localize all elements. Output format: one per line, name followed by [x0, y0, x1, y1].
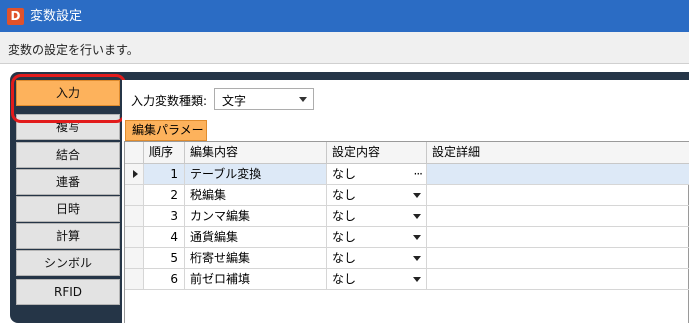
window-title: 変数設定 [30, 9, 83, 24]
nav-item-rfid[interactable]: RFID [16, 279, 120, 305]
table-row[interactable]: 2 税編集 なし [125, 185, 689, 206]
cell-order: 4 [144, 227, 185, 248]
content-panel: 入力変数種類: 文字 編集パラメータ 順序 編集内容 設定内容 設定詳細 1 テ… [122, 80, 689, 323]
col-header-setting[interactable]: 設定内容 [327, 142, 427, 164]
cell-order: 2 [144, 185, 185, 206]
cell-detail[interactable] [427, 164, 689, 185]
cell-detail[interactable] [427, 227, 689, 248]
cell-setting[interactable]: なし [327, 227, 427, 248]
chevron-down-icon [299, 97, 307, 102]
dropdown-arrow-icon[interactable] [413, 193, 421, 198]
cell-setting[interactable]: なし ··· [327, 164, 427, 185]
cell-setting[interactable]: なし [327, 206, 427, 227]
ellipsis-icon[interactable]: ··· [414, 164, 424, 184]
input-type-label: 入力変数種類: [131, 94, 208, 108]
cell-setting[interactable]: なし [327, 185, 427, 206]
table-row[interactable]: 6 前ゼロ補填 なし [125, 269, 689, 290]
table-row[interactable]: 1 テーブル変換 なし ··· [125, 164, 689, 185]
message-text: 変数の設定を行います。 [8, 43, 139, 57]
cell-detail[interactable] [427, 269, 689, 290]
setting-value: なし [332, 167, 357, 181]
app-icon: D [7, 8, 24, 25]
dropdown-arrow-icon[interactable] [413, 214, 421, 219]
setting-value: なし [332, 209, 357, 223]
message-bar: 変数の設定を行います。 [0, 32, 689, 64]
table-row[interactable]: 4 通貨編集 なし [125, 227, 689, 248]
nav-item-serial[interactable]: 連番 [16, 169, 120, 195]
nav-item-symbol[interactable]: シンボル [16, 250, 120, 276]
cell-setting[interactable]: なし [327, 269, 427, 290]
row-header[interactable] [125, 227, 144, 248]
nav-item-calc[interactable]: 計算 [16, 223, 120, 249]
setting-value: なし [332, 272, 357, 286]
cell-edit: 前ゼロ補填 [185, 269, 327, 290]
input-type-value: 文字 [222, 94, 247, 108]
table-row[interactable]: 3 カンマ編集 なし [125, 206, 689, 227]
cell-edit: 税編集 [185, 185, 327, 206]
row-header[interactable] [125, 185, 144, 206]
cell-edit: 通貨編集 [185, 227, 327, 248]
nav-item-join[interactable]: 結合 [16, 142, 120, 168]
highlight-annotation [11, 74, 126, 123]
dropdown-arrow-icon[interactable] [413, 277, 421, 282]
title-bar: D 変数設定 [0, 0, 689, 32]
tab-edit-params[interactable]: 編集パラメータ [125, 120, 207, 156]
table-row[interactable]: 5 桁寄せ編集 なし [125, 248, 689, 269]
dropdown-arrow-icon[interactable] [413, 256, 421, 261]
cell-order: 3 [144, 206, 185, 227]
cell-order: 1 [144, 164, 185, 185]
row-header[interactable] [125, 269, 144, 290]
setting-value: なし [332, 188, 357, 202]
row-header[interactable] [125, 164, 144, 185]
cell-detail[interactable] [427, 248, 689, 269]
cell-setting[interactable]: なし [327, 248, 427, 269]
current-row-icon [133, 170, 138, 178]
col-header-edit[interactable]: 編集内容 [185, 142, 327, 164]
row-header[interactable] [125, 206, 144, 227]
row-header[interactable] [125, 248, 144, 269]
cell-order: 6 [144, 269, 185, 290]
nav-item-datetime[interactable]: 日時 [16, 196, 120, 222]
col-header-order[interactable]: 順序 [144, 142, 185, 164]
cell-detail[interactable] [427, 206, 689, 227]
cell-order: 5 [144, 248, 185, 269]
dropdown-arrow-icon[interactable] [413, 235, 421, 240]
cell-edit: カンマ編集 [185, 206, 327, 227]
setting-value: なし [332, 230, 357, 244]
parameter-grid: 順序 編集内容 設定内容 設定詳細 1 テーブル変換 なし ··· 2 税編集 な… [124, 141, 689, 323]
cell-edit: テーブル変換 [185, 164, 327, 185]
cell-detail[interactable] [427, 185, 689, 206]
cell-edit: 桁寄せ編集 [185, 248, 327, 269]
input-type-select[interactable]: 文字 [214, 88, 314, 110]
col-header-detail[interactable]: 設定詳細 [427, 142, 689, 164]
setting-value: なし [332, 251, 357, 265]
row-header-corner [125, 142, 144, 164]
